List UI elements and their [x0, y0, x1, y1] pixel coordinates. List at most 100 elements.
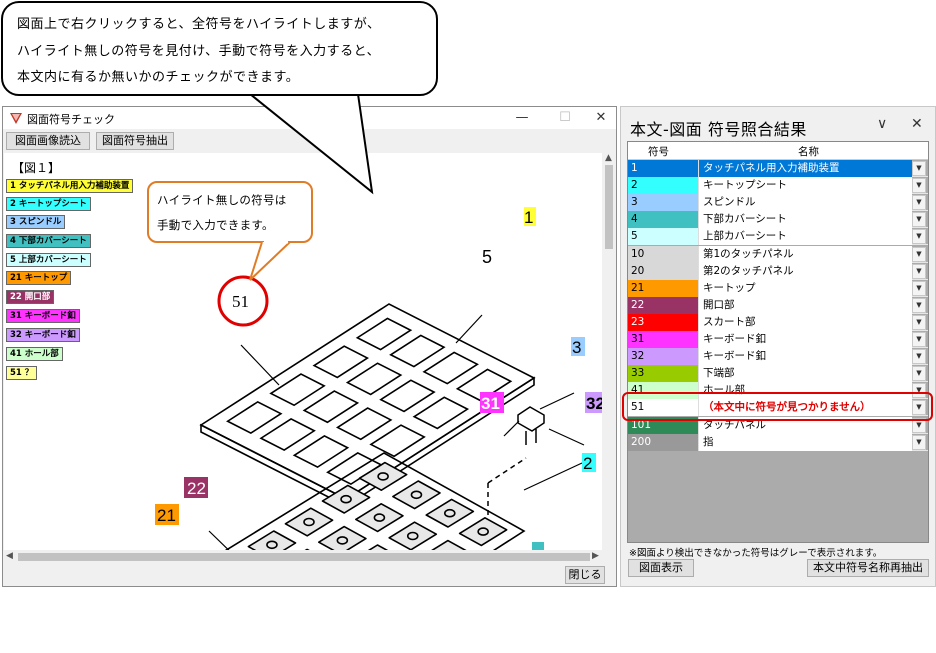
key-top: [321, 484, 371, 514]
row-name[interactable]: 下端部: [698, 365, 912, 383]
maximize-button[interactable]: ☐: [551, 109, 579, 127]
dropdown-arrow-icon[interactable]: ▼: [912, 297, 926, 313]
header-code: 符号: [648, 146, 669, 158]
row-name[interactable]: スピンドル: [698, 194, 912, 212]
key-top: [284, 507, 334, 537]
grid-row[interactable]: 10 第1のタッチパネル ▼: [628, 245, 928, 263]
small-callout-line-1: ハイライト無しの符号は: [157, 193, 287, 207]
close-icon[interactable]: ✕: [911, 116, 923, 132]
show-drawing-button[interactable]: 図面表示: [628, 559, 694, 577]
horizontal-scroll-thumb[interactable]: [18, 553, 590, 561]
row-name[interactable]: 開口部: [698, 296, 912, 314]
label-31: 31: [481, 394, 500, 413]
chevron-down-icon[interactable]: ∨: [877, 116, 887, 132]
grid-row[interactable]: 1 タッチパネル用入力補助装置 ▼: [628, 160, 928, 177]
sheet-window: [355, 317, 413, 351]
row-name[interactable]: 第2のタッチパネル: [698, 262, 912, 280]
key-top: [425, 498, 475, 528]
row-name[interactable]: スカート部: [698, 313, 912, 331]
title-bar: 図面符号チェック — ☐ ✕: [3, 107, 616, 129]
dropdown-arrow-icon[interactable]: ▼: [912, 314, 926, 330]
grid-row[interactable]: 21 キートップ ▼: [628, 279, 928, 297]
sheet-window: [292, 434, 350, 469]
header-name: 名称: [798, 146, 819, 158]
row-name[interactable]: 下部カバーシート: [698, 211, 912, 229]
row-name[interactable]: キーボード釦: [698, 331, 912, 348]
grid-row[interactable]: 3 スピンドル ▼: [628, 194, 928, 212]
dropdown-arrow-icon[interactable]: ▼: [912, 366, 926, 382]
key-top: [355, 502, 404, 533]
close-window-button[interactable]: ✕: [587, 109, 615, 127]
sheet-window: [335, 407, 393, 441]
gray-note: ※図面より検出できなかった符号はグレーで表示されます。: [629, 548, 883, 559]
sheet-window: [389, 334, 446, 368]
grid-row[interactable]: 200 指 ▼: [628, 433, 928, 451]
grid-row[interactable]: 4 下部カバーシート ▼: [628, 211, 928, 229]
row-name[interactable]: タッチパネル用入力補助装置: [698, 160, 912, 177]
label-2: 2: [583, 454, 592, 473]
dropdown-arrow-icon[interactable]: ▼: [912, 161, 926, 176]
sheet-window: [312, 345, 370, 379]
close-button[interactable]: 閉じる: [565, 566, 605, 584]
key-top: [388, 521, 438, 550]
vertical-scroll-thumb[interactable]: [605, 165, 613, 249]
row-code: 33: [628, 365, 698, 383]
callout-line-2: ハイライト無しの符号を見付け、手動で符号を入力すると、: [17, 44, 381, 59]
dropdown-arrow-icon[interactable]: ▼: [912, 212, 926, 228]
horizontal-scrollbar[interactable]: ◀ ▶: [4, 550, 602, 564]
extract-symbols-button[interactable]: 図面符号抽出: [96, 132, 174, 150]
row-name[interactable]: 上部カバーシート: [698, 228, 912, 246]
row-code: 4: [628, 211, 698, 229]
key-top: [431, 539, 467, 550]
minimize-button[interactable]: —: [508, 109, 536, 127]
sheet-window: [226, 400, 283, 435]
row-code: 10: [628, 245, 698, 263]
vertical-scrollbar[interactable]: ▲: [602, 153, 616, 550]
results-grid: 符号 名称 1 タッチパネル用入力補助装置 ▼ 2 キートップシート ▼ 3 スピンドル ▼ 4 下…: [627, 141, 929, 543]
dropdown-arrow-icon[interactable]: ▼: [912, 263, 926, 279]
row-name[interactable]: キートップ: [698, 279, 912, 297]
dropdown-arrow-icon[interactable]: ▼: [912, 178, 926, 194]
row-code: 31: [628, 331, 698, 348]
grid-row[interactable]: 32 キーボード釦 ▼: [628, 348, 928, 366]
grid-row[interactable]: 31 キーボード釦 ▼: [628, 331, 928, 348]
grid-row[interactable]: 33 下端部 ▼: [628, 365, 928, 383]
row-name[interactable]: キートップシート: [698, 177, 912, 195]
key-top: [392, 480, 441, 510]
sheet-window: [269, 373, 326, 407]
grid-header: 符号 名称: [628, 142, 928, 160]
row-code: 20: [628, 262, 698, 280]
dropdown-arrow-icon[interactable]: ▼: [912, 246, 926, 262]
row-code: 2: [628, 177, 698, 195]
sheet-window: [259, 417, 316, 452]
row-code: 32: [628, 348, 698, 366]
dropdown-arrow-icon[interactable]: ▼: [912, 434, 926, 450]
sheet-window: [412, 396, 470, 430]
row-name[interactable]: 第1のタッチパネル: [698, 245, 912, 263]
key-top: [317, 525, 367, 550]
row-name[interactable]: 指: [698, 433, 912, 451]
grid-row[interactable]: 22 開口部 ▼: [628, 296, 928, 314]
dropdown-arrow-icon[interactable]: ▼: [912, 349, 926, 365]
dropdown-arrow-icon[interactable]: ▼: [912, 229, 926, 245]
reextract-names-button[interactable]: 本文中符号名称再抽出: [807, 559, 929, 577]
dropdown-arrow-icon[interactable]: ▼: [912, 332, 926, 347]
row-code: 21: [628, 279, 698, 297]
label-21: 21: [157, 506, 176, 525]
grid-row[interactable]: 20 第2のタッチパネル ▼: [628, 262, 928, 280]
window-title: 図面符号チェック: [27, 113, 115, 126]
grid-row[interactable]: 23 スカート部 ▼: [628, 313, 928, 331]
label-32: 32: [586, 394, 602, 413]
panel-title: 本文-図面 符号照合結果: [630, 120, 807, 139]
grid-row[interactable]: 5 上部カバーシート ▼: [628, 228, 928, 246]
grid-row[interactable]: 2 キートップシート ▼: [628, 177, 928, 195]
sheet-window: [369, 424, 426, 458]
sheet-window: [345, 362, 403, 396]
app-icon: [10, 113, 22, 124]
row-name[interactable]: キーボード釦: [698, 348, 912, 366]
dropdown-arrow-icon[interactable]: ▼: [912, 195, 926, 211]
row-code: 5: [628, 228, 698, 246]
load-image-button[interactable]: 図面画像読込: [6, 132, 90, 150]
drawing-check-window: 図面符号チェック — ☐ ✕ 図面画像読込 図面符号抽出 【図１】 1 タッチパ…: [2, 106, 617, 587]
dropdown-arrow-icon[interactable]: ▼: [912, 280, 926, 296]
